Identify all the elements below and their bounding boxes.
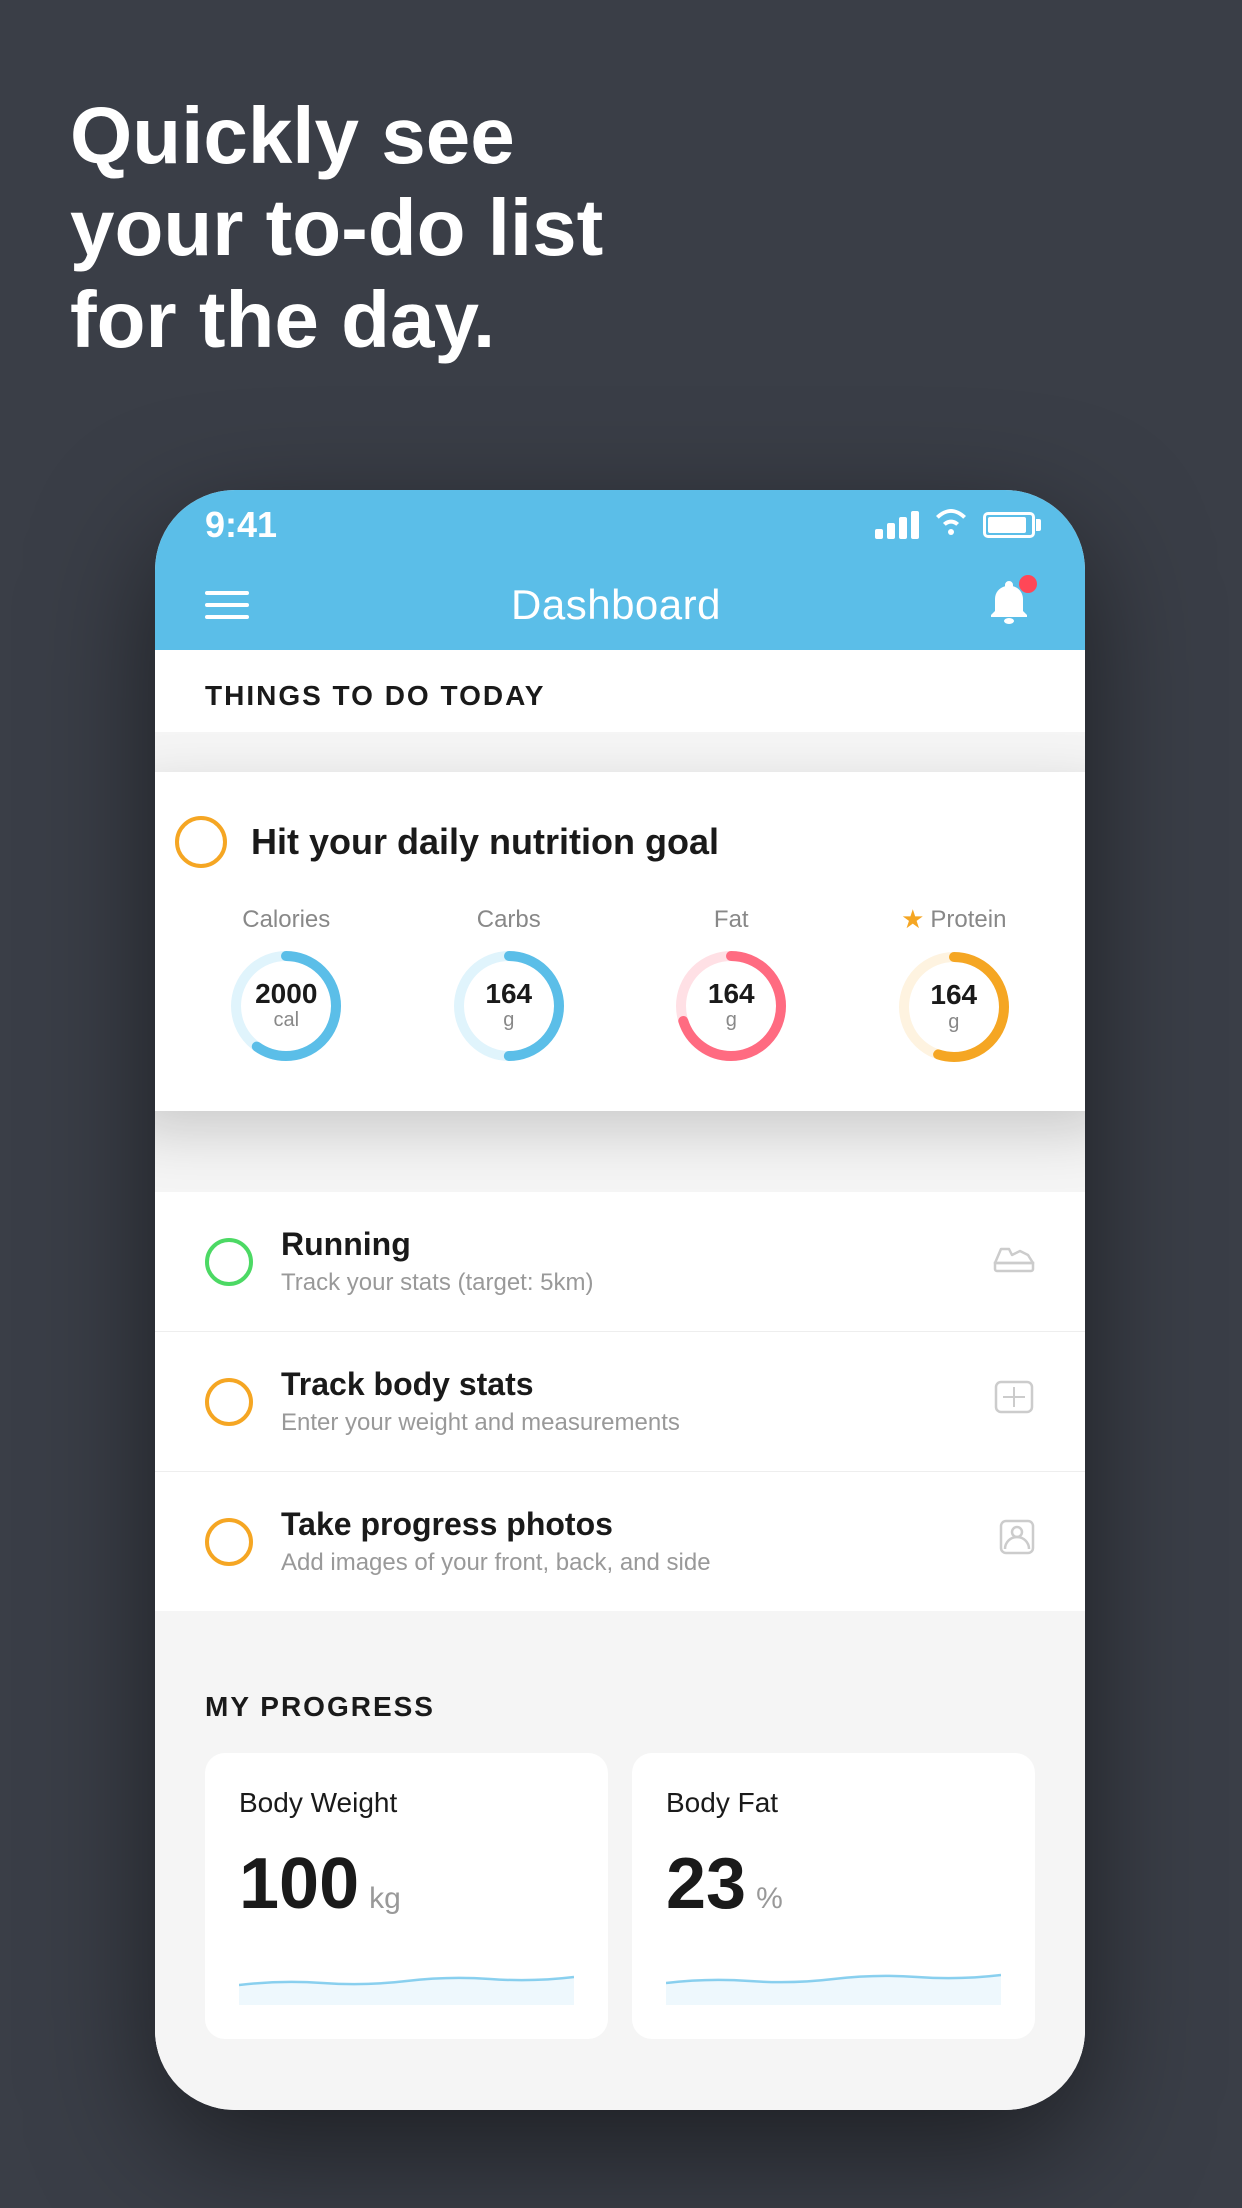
headline-line3: for the day. [70,274,603,366]
body-weight-number: 100 [239,1843,359,1925]
running-checkbox[interactable] [205,1238,253,1286]
section-header: THINGS TO DO TODAY [155,650,1085,732]
fat-unit: g [708,1009,755,1032]
progress-section-title: MY PROGRESS [205,1691,1035,1723]
person-icon [999,1519,1035,1564]
body-stats-content: Track body stats Enter your weight and m… [281,1366,993,1437]
body-weight-card: Body Weight 100 kg [205,1753,608,2039]
protein-circle: 164 g [894,947,1014,1067]
app-content: THINGS TO DO TODAY Hit your daily nutrit… [155,650,1085,2110]
calories-circle: 2000 cal [226,946,346,1066]
progress-section: MY PROGRESS Body Weight 100 kg [155,1641,1085,2069]
protein-unit: g [930,1011,977,1034]
notification-dot [1019,575,1037,593]
notification-bell-button[interactable] [983,577,1035,634]
nutrition-checkbox[interactable] [175,816,227,868]
battery-icon [983,512,1035,538]
body-weight-label: Body Weight [239,1787,574,1819]
wifi-icon [933,507,969,543]
todo-item-progress-photos[interactable]: Take progress photos Add images of your … [155,1472,1085,1611]
body-fat-chart [666,1945,1001,2005]
running-content: Running Track your stats (target: 5km) [281,1226,993,1297]
nutrition-card: Hit your daily nutrition goal Calories [155,772,1085,1111]
headline-line1: Quickly see [70,90,603,182]
carbs-value: 164 [485,979,532,1010]
header-title: Dashboard [511,581,721,629]
carbs-circle: 164 g [449,946,569,1066]
status-time: 9:41 [205,504,277,546]
signal-bars-icon [875,511,919,539]
running-title: Running [281,1226,993,1263]
progress-photos-subtitle: Add images of your front, back, and side [281,1549,999,1577]
progress-photos-content: Take progress photos Add images of your … [281,1506,999,1577]
section-title: THINGS TO DO TODAY [205,680,1035,712]
headline: Quickly see your to-do list for the day. [70,90,603,366]
todo-item-body-stats[interactable]: Track body stats Enter your weight and m… [155,1332,1085,1472]
nutrition-circles: Calories 2000 cal [175,904,1065,1067]
body-weight-chart [239,1945,574,2005]
protein-label-row: ★ Protein [901,904,1006,935]
carbs-unit: g [485,1009,532,1032]
progress-photos-title: Take progress photos [281,1506,999,1543]
fat-circle: 164 g [671,946,791,1066]
nutrition-protein: ★ Protein 164 g [894,904,1014,1067]
page-background: Quickly see your to-do list for the day.… [0,0,1242,2208]
status-bar: 9:41 [155,490,1085,560]
card-title-row: Hit your daily nutrition goal [175,816,1065,868]
body-fat-value-row: 23 % [666,1843,1001,1925]
nutrition-carbs: Carbs 164 g [449,906,569,1066]
body-fat-label: Body Fat [666,1787,1001,1819]
protein-label: Protein [930,906,1006,934]
calories-label: Calories [242,906,330,934]
fat-label: Fat [714,906,749,934]
body-fat-card: Body Fat 23 % [632,1753,1035,2039]
app-header: Dashboard [155,560,1085,650]
status-icons [875,507,1035,543]
star-icon: ★ [901,904,924,935]
calories-value: 2000 [255,979,317,1010]
nutrition-card-title: Hit your daily nutrition goal [251,821,719,863]
progress-cards: Body Weight 100 kg [205,1753,1035,2039]
progress-photos-checkbox[interactable] [205,1518,253,1566]
carbs-label: Carbs [477,906,541,934]
body-weight-unit: kg [369,1882,401,1916]
nutrition-fat: Fat 164 g [671,906,791,1066]
shoe-icon [993,1239,1035,1284]
calories-unit: cal [255,1009,317,1032]
fat-value: 164 [708,979,755,1010]
protein-value: 164 [930,980,977,1011]
body-stats-title: Track body stats [281,1366,993,1403]
body-fat-unit: % [756,1882,783,1916]
body-stats-subtitle: Enter your weight and measurements [281,1409,993,1437]
phone-mockup: 9:41 [155,490,1085,2110]
body-fat-number: 23 [666,1843,746,1925]
todo-list: Running Track your stats (target: 5km) [155,1192,1085,1611]
scale-icon [993,1379,1035,1424]
running-subtitle: Track your stats (target: 5km) [281,1269,993,1297]
hamburger-menu-button[interactable] [205,591,249,619]
nutrition-calories: Calories 2000 cal [226,906,346,1066]
headline-line2: your to-do list [70,182,603,274]
body-stats-checkbox[interactable] [205,1378,253,1426]
body-weight-value-row: 100 kg [239,1843,574,1925]
todo-item-running[interactable]: Running Track your stats (target: 5km) [155,1192,1085,1332]
